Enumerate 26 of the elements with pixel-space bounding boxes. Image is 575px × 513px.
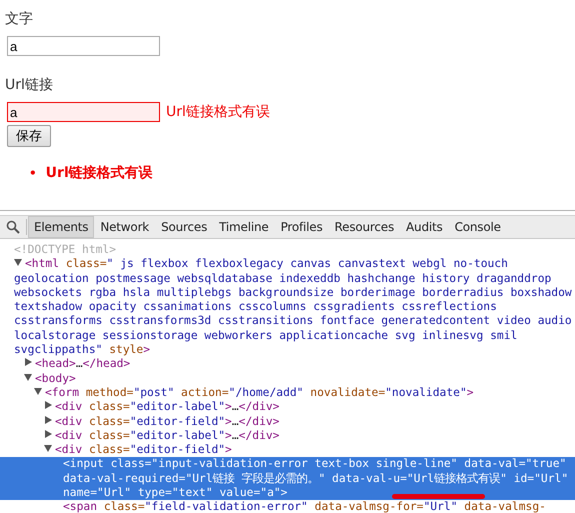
validation-message: Url链接格式有误 (166, 103, 270, 121)
panel-tab[interactable]: Profiles (274, 216, 329, 238)
dom-node-line[interactable]: <div class="editor-label">…</div> (0, 400, 575, 415)
dom-node-line[interactable]: <div class="editor-field">…</div> (0, 414, 575, 429)
dom-node-line[interactable]: <html class=" js flexbox flexboxlegacy canvas canvastext webgl no-touch geolocation postmessage websqldatabase indexeddb hashchange history draganddrop websockets rgba hsla multiplebgs backgroundsize borderimage borderradius boxshadow textshadow opacity cssanimations csscolumns cssgradients cssreflections csstransforms csstransforms3d csstransitions fontface generatedcontent video audio localstorage sessionstorage webworkers applicationcache svg inlinesvg smil svgclippaths" style> (0, 257, 575, 358)
dom-node-line[interactable]: <head>…</head> (0, 357, 575, 372)
doctype-line: <!DOCTYPE html> (14, 243, 116, 256)
bullet-mark: • (29, 165, 37, 182)
save-button[interactable]: 保存 (7, 125, 51, 147)
dom-node-line[interactable]: <body> (0, 372, 575, 386)
panel-tab[interactable]: Timeline (213, 216, 275, 238)
panel-tab[interactable]: Audits (400, 216, 449, 238)
field-label: Url链接 (5, 76, 53, 94)
panel-tab[interactable]: Elements (28, 216, 94, 238)
panel-tab[interactable]: Console (448, 216, 507, 238)
dom-node-line[interactable]: <span class="field-validation-error" data-valmsg-for="Url" data-valmsg- (0, 500, 575, 513)
text-field[interactable]: a (7, 36, 160, 56)
field-label: 文字 (5, 10, 33, 28)
panel-tab[interactable]: Sources (155, 216, 214, 238)
dom-node-line[interactable]: <form method="post" action="/home/add" novalidate="novalidate"> (0, 386, 575, 400)
search-icon[interactable] (6, 220, 20, 234)
panel-tab[interactable]: Resources (328, 216, 400, 238)
panel-tab[interactable]: Network (94, 216, 156, 238)
validation-summary-item: Url链接格式有误 (46, 164, 153, 183)
text-field[interactable]: a (7, 102, 160, 122)
dom-node-line[interactable]: <div class="editor-label">…</div> (0, 428, 575, 444)
